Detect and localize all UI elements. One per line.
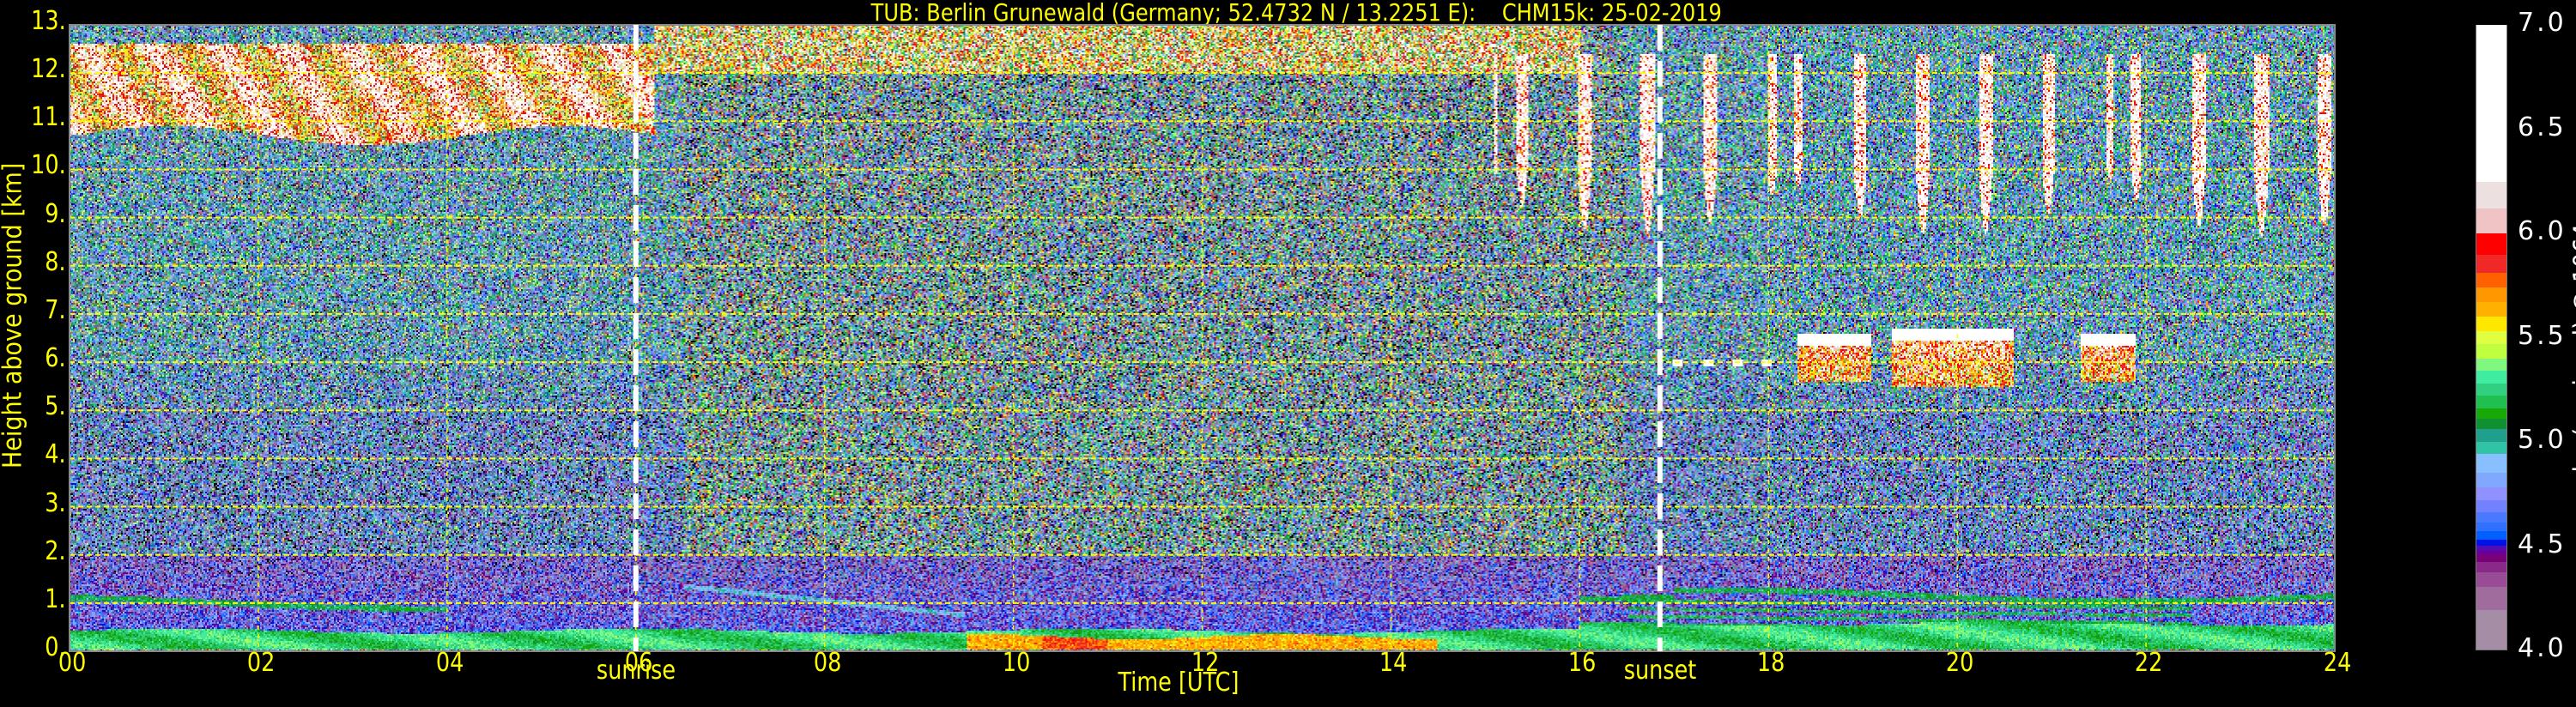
- y-tick-label: 8.: [45, 246, 66, 277]
- y-tick-label: 5.: [45, 391, 66, 422]
- colorbar-label: log(rc-signal) @ 1064 nm: [2568, 178, 2576, 473]
- x-tick-label: 04: [435, 648, 464, 678]
- colorbar-segment: [2476, 407, 2506, 420]
- colorbar-segment: [2476, 521, 2506, 531]
- x-tick-label: 16: [1568, 648, 1597, 678]
- x-tick-label: 08: [813, 648, 841, 678]
- colorbar-segment: [2476, 329, 2506, 344]
- y-tick-label: 13.: [31, 6, 66, 36]
- colorbar-segment: [2476, 342, 2506, 359]
- colorbar-segment: [2476, 369, 2506, 384]
- colorbar-segment: [2476, 486, 2506, 500]
- y-tick-label: 6.: [45, 343, 66, 374]
- colorbar-segment: [2476, 499, 2506, 513]
- colorbar-segment: [2476, 232, 2506, 255]
- colorbar-segment: [2476, 271, 2506, 288]
- x-tick-label: 18: [1757, 648, 1785, 678]
- colorbar-segment: [2476, 315, 2506, 332]
- y-tick-label: 12.: [31, 54, 66, 85]
- y-tick-label: 3.: [45, 487, 66, 518]
- y-axis-label: Height above ground [km]: [0, 162, 28, 468]
- colorbar-segment: [2476, 427, 2506, 442]
- colorbar-segment: [2476, 471, 2506, 487]
- colorbar-segment: [2476, 24, 2506, 182]
- x-tick-label: 24: [2323, 648, 2352, 678]
- colorbar: [2476, 24, 2507, 650]
- y-tick-label: 4.: [45, 439, 66, 470]
- colorbar-tick-label: 4.0: [2518, 633, 2567, 663]
- colorbar-segment: [2476, 382, 2506, 396]
- x-tick-label: 00: [58, 648, 87, 678]
- colorbar-segment: [2476, 394, 2506, 408]
- colorbar-segment: [2476, 417, 2506, 430]
- y-tick-label: 9.: [45, 198, 66, 229]
- y-tick-label: 10.: [31, 150, 66, 181]
- x-tick-label: 10: [1002, 648, 1030, 678]
- y-tick-label: 11.: [31, 102, 66, 133]
- x-axis-label: Time [UTC]: [1118, 668, 1240, 698]
- colorbar-tick-label: 5.5: [2518, 320, 2567, 351]
- x-tick-label: 22: [2134, 648, 2163, 678]
- colorbar-segment: [2476, 560, 2506, 573]
- colorbar-segment: [2476, 511, 2506, 523]
- colorbar-segment: [2476, 553, 2506, 563]
- colorbar-tick-label: 4.5: [2518, 529, 2567, 559]
- y-tick-label: 2.: [45, 535, 66, 566]
- colorbar-segment: [2476, 529, 2506, 540]
- colorbar-segment: [2476, 286, 2506, 303]
- y-tick-label: 7.: [45, 294, 66, 325]
- y-tick-label: 1.: [45, 583, 66, 614]
- colorbar-segment: [2476, 300, 2506, 317]
- colorbar-segment: [2476, 608, 2506, 650]
- x-tick-label: 02: [246, 648, 276, 678]
- colorbar-segment: [2476, 207, 2506, 234]
- colorbar-segment: [2476, 180, 2506, 209]
- x-tick-label: 14: [1379, 648, 1408, 678]
- colorbar-segment: [2476, 452, 2506, 474]
- colorbar-segment: [2476, 585, 2506, 610]
- colorbar-tick-label: 7.0: [2518, 8, 2567, 38]
- colorbar-tick-label: 6.5: [2518, 112, 2567, 142]
- chart-title: TUB: Berlin Grunewald (Germany; 52.4732 …: [870, 0, 1723, 27]
- colorbar-segment: [2476, 440, 2506, 455]
- colorbar-tick-label: 6.0: [2518, 216, 2567, 246]
- plot-overlay: [69, 24, 2336, 652]
- x-tick-label: 20: [1946, 648, 1974, 678]
- sunset-label: sunset: [1623, 656, 1697, 686]
- sunrise-label: sunrise: [596, 656, 676, 686]
- colorbar-tick-label: 5.0: [2518, 425, 2567, 455]
- colorbar-segment: [2476, 571, 2506, 588]
- colorbar-segment: [2476, 253, 2506, 274]
- x-tick-label: 12: [1191, 648, 1219, 678]
- colorbar-segment: [2476, 357, 2506, 372]
